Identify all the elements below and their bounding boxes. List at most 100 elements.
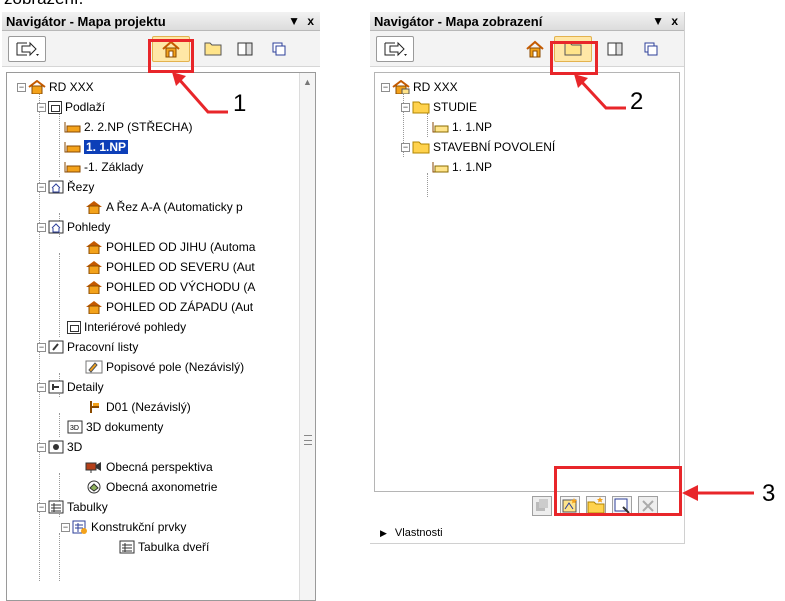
tree-item-elevation-south[interactable]: POHLED OD JIHU (Automa [85, 237, 255, 257]
tree-item-details[interactable]: − Detaily [37, 377, 104, 397]
story-icon [64, 142, 81, 153]
sections-icon [48, 180, 64, 194]
project-map-button[interactable] [520, 36, 550, 62]
tree-item-story-2np[interactable]: 2. 2.NP (STŘECHA) [63, 117, 192, 137]
tree-item-view-permit-1np[interactable]: 1. 1.NP [431, 157, 492, 177]
tree-item-elevation-north[interactable]: POHLED OD SEVERU (Aut [85, 257, 255, 277]
clone-folder-button[interactable] [532, 496, 552, 516]
tree-item-elevations[interactable]: − Pohledy [37, 217, 110, 237]
callout-arrow-3-icon [682, 485, 754, 501]
tree-item-door-schedule[interactable]: Tabulka dveří [119, 537, 209, 557]
expand-triangle-icon[interactable]: ▶ [380, 528, 387, 539]
tree-item-label: RD XXX [49, 80, 94, 94]
panel-window-controls[interactable]: ▼ x [652, 12, 680, 31]
tree-item-sections[interactable]: − Řezy [37, 177, 94, 197]
tree-guide [59, 533, 60, 581]
layout-book-button[interactable] [230, 36, 260, 62]
highlight-project-map-button [148, 39, 194, 73]
collapse-icon[interactable]: − [37, 382, 46, 392]
story-icon [64, 162, 81, 173]
tree-item-generic-axonometry[interactable]: Obecná axonometrie [85, 477, 217, 497]
scroll-grip-icon[interactable] [304, 435, 312, 445]
tree-item-label: D01 (Nezávislý) [106, 400, 191, 414]
story-icon [64, 122, 81, 133]
tree-item-label: POHLED OD SEVERU (Aut [106, 260, 255, 274]
tree-item-label: POHLED OD VÝCHODU (A [106, 280, 256, 294]
publisher-sets-button[interactable] [636, 36, 666, 62]
tree-item-story-1np[interactable]: 1. 1.NP [63, 137, 129, 157]
tree-item-elevation-east[interactable]: POHLED OD VÝCHODU (A [85, 277, 255, 297]
clone-icon [536, 499, 548, 511]
publisher-sets-button[interactable] [264, 36, 294, 62]
tree-item-root[interactable]: − RD XXX [17, 77, 94, 97]
tree-item-worksheets[interactable]: − Pracovní listy [37, 337, 138, 357]
tree-item-construction-elements[interactable]: − Konstrukční prvky [61, 517, 186, 537]
tree-item-label: POHLED OD JIHU (Automa [106, 240, 256, 254]
view-map-button[interactable] [198, 36, 228, 62]
tree-item-interior-elevations[interactable]: Interiérové pohledy [67, 317, 186, 337]
collapse-icon[interactable]: − [37, 182, 46, 192]
tree-item-label: -1. Základy [84, 160, 144, 174]
3d-documents-icon: 3D [67, 420, 83, 434]
tree-item-label: Pohledy [67, 220, 111, 234]
tree-item-folder-studie[interactable]: − STUDIE [401, 97, 477, 117]
tree-item-worksheet-label[interactable]: Popisové pole (Nezávislý) [85, 357, 244, 377]
tree-item-label: STUDIE [433, 100, 478, 114]
tree-item-section-aa[interactable]: A Řez A-A (Automaticky p [85, 197, 243, 217]
folder-icon [412, 141, 430, 153]
section-icon [86, 201, 102, 214]
tree-item-label: 3D dokumenty [86, 420, 164, 434]
layout-book-button[interactable] [600, 36, 630, 62]
tree-item-view-studie-1np[interactable]: 1. 1.NP [431, 117, 492, 137]
perspective-camera-icon [85, 462, 101, 473]
publish-arrow-icon [16, 41, 39, 57]
collapse-icon[interactable]: − [37, 102, 46, 112]
tree-item-folder-building-permit[interactable]: − STAVEBNÍ POVOLENÍ [401, 137, 555, 157]
tree-item-label: RD XXX [413, 80, 458, 94]
collapse-icon[interactable]: − [37, 342, 46, 352]
scroll-up-icon[interactable]: ▲ [303, 77, 312, 87]
elevation-icon [86, 301, 102, 314]
schedule-group-icon [72, 520, 87, 534]
collapse-icon[interactable]: − [37, 222, 46, 232]
collapse-icon[interactable]: − [401, 102, 410, 112]
stories-icon [48, 100, 62, 114]
tree-item-story-basement[interactable]: -1. Základy [63, 157, 143, 177]
tree-item-label: 2. 2.NP (STŘECHA) [84, 120, 193, 134]
tree-item-label: Popisové pole (Nezávislý) [106, 360, 245, 374]
panel-titlebar[interactable]: Navigátor - Mapa projektu ▼ x [2, 12, 320, 31]
callout-number-1: 1 [233, 90, 247, 117]
tree-item-3d[interactable]: − 3D [37, 437, 82, 457]
collapse-icon[interactable]: − [401, 142, 410, 152]
publisher-menu-button[interactable] [376, 36, 414, 62]
panel-titlebar[interactable]: Navigátor - Mapa zobrazení ▼ x [370, 12, 684, 31]
axonometry-icon [87, 480, 101, 494]
tree-item-label: STAVEBNÍ POVOLENÍ [433, 140, 556, 154]
collapse-icon[interactable]: − [381, 82, 390, 92]
tree-item-detail-d01[interactable]: D01 (Nezávislý) [85, 397, 191, 417]
panel-title: Navigátor - Mapa zobrazení [374, 14, 543, 29]
house-icon [526, 40, 544, 58]
tree-item-schedules[interactable]: − Tabulky [37, 497, 108, 517]
properties-section[interactable]: ▶ Vlastnosti [380, 527, 443, 539]
tree-item-label: A Řez A-A (Automaticky p [106, 200, 243, 214]
publisher-menu-button[interactable] [8, 36, 46, 62]
tree-item-elevation-west[interactable]: POHLED OD ZÁPADU (Aut [85, 297, 253, 317]
project-map-tree: ▲ − RD XXX − Podlaží 2. 2.NP (STŘECHA) 1… [6, 72, 316, 601]
tree-item-3d-documents[interactable]: 3D 3D dokumenty [67, 417, 163, 437]
tree-scrollbar[interactable]: ▲ [299, 73, 315, 600]
collapse-icon[interactable]: − [37, 502, 46, 512]
collapse-icon[interactable]: − [61, 522, 70, 532]
tree-item-stories[interactable]: − Podlaží [37, 97, 105, 117]
tree-item-label: Detaily [67, 380, 104, 394]
panel-window-controls[interactable]: ▼ x [288, 12, 316, 31]
tree-item-label: Tabulka dveří [138, 540, 210, 554]
collapse-icon[interactable]: − [37, 442, 46, 452]
tree-guide [59, 113, 60, 177]
tree-item-root[interactable]: − RD XXX [381, 77, 458, 97]
tree-item-generic-perspective[interactable]: Obecná perspektiva [85, 457, 213, 477]
elevation-icon [86, 261, 102, 274]
tree-item-label: Interiérové pohledy [84, 320, 187, 334]
collapse-icon[interactable]: − [17, 82, 26, 92]
callout-number-3: 3 [762, 480, 776, 507]
